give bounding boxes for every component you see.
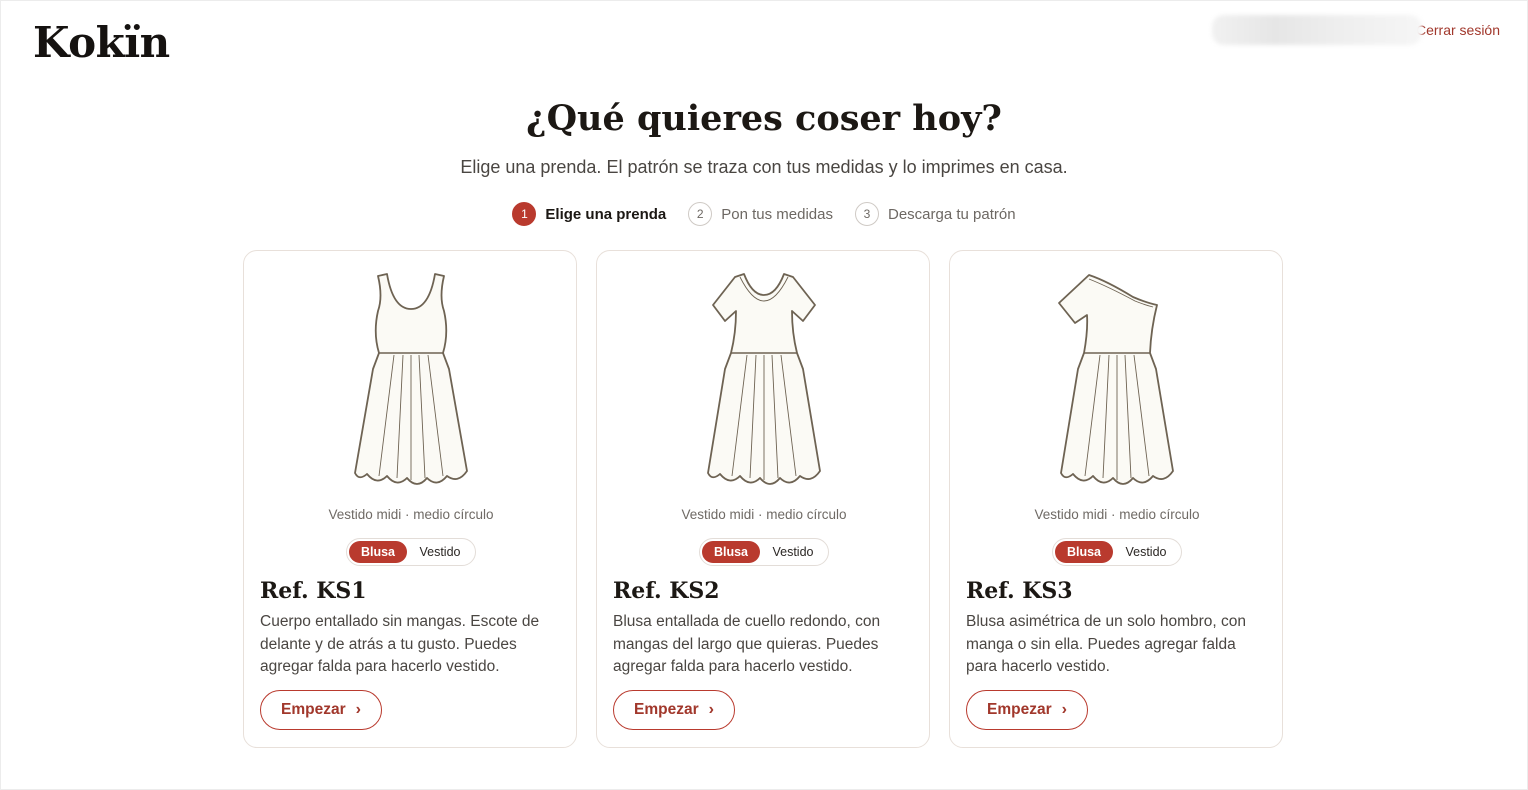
garment-cards: Vestido midi · medio círculo Blusa Vesti… [243,250,1283,748]
step-number: 1 [512,202,537,226]
user-email-redacted [1211,15,1422,45]
card-ref-title: Ref. KS3 [966,578,1073,604]
card-ref-title: Ref. KS1 [260,578,367,604]
start-button[interactable]: Empezar › [260,690,382,730]
start-button-label: Empezar [281,701,346,718]
toggle-option-blusa[interactable]: Blusa [702,541,760,563]
toggle-option-vestido[interactable]: Vestido [407,541,473,563]
step-label: Elige una prenda [545,205,667,223]
chevron-right-icon: › [355,701,361,718]
toggle-option-vestido[interactable]: Vestido [1113,541,1179,563]
card-description: Blusa entallada de cuello redondo, con m… [613,613,881,675]
toggle-option-blusa[interactable]: Blusa [349,541,407,563]
stepper: 1 Elige una prenda 2 Pon tus medidas 3 D… [0,202,1528,226]
start-button-label: Empezar [987,701,1052,718]
start-button-label: Empezar [634,701,699,718]
card-caption: Vestido midi · medio círculo [681,507,847,522]
page-subtitle: Elige una prenda. El patrón se traza con… [460,157,1068,177]
step-measurements: 2 Pon tus medidas [688,202,833,226]
logout-link[interactable]: Cerrar sesión [1416,22,1500,38]
garment-type-toggle: Blusa Vestido [1052,538,1182,566]
step-number: 3 [855,202,879,226]
card-caption: Vestido midi · medio círculo [1034,507,1200,522]
sleeveless-dress-icon [244,269,578,491]
short-sleeve-dress-icon [597,269,931,491]
card-description: Cuerpo entallado sin mangas. Escote de d… [260,613,540,675]
garment-type-toggle: Blusa Vestido [699,538,829,566]
card-ref-title: Ref. KS2 [613,578,720,604]
garment-card-ks1: Vestido midi · medio círculo Blusa Vesti… [243,250,577,748]
step-label: Descarga tu patrón [888,205,1016,223]
garment-type-toggle: Blusa Vestido [346,538,476,566]
chevron-right-icon: › [708,701,714,718]
toggle-option-blusa[interactable]: Blusa [1055,541,1113,563]
garment-card-ks3: Vestido midi · medio círculo Blusa Vesti… [949,250,1283,748]
step-download: 3 Descarga tu patrón [855,202,1016,226]
card-description: Blusa asimétrica de un solo hombro, con … [966,613,1247,675]
page-title: ¿Qué quieres coser hoy? [526,98,1002,139]
logo[interactable]: Kokïn [33,18,170,67]
one-shoulder-dress-icon [950,269,1284,491]
toggle-option-vestido[interactable]: Vestido [760,541,826,563]
step-label: Pon tus medidas [721,205,833,223]
user-area: Cerrar sesión [1211,14,1500,46]
step-number: 2 [688,202,713,226]
garment-card-ks2: Vestido midi · medio círculo Blusa Vesti… [596,250,930,748]
step-choose-garment: 1 Elige una prenda [512,202,666,226]
start-button[interactable]: Empezar › [966,690,1088,730]
start-button[interactable]: Empezar › [613,690,735,730]
chevron-right-icon: › [1061,701,1067,718]
card-caption: Vestido midi · medio círculo [328,507,494,522]
